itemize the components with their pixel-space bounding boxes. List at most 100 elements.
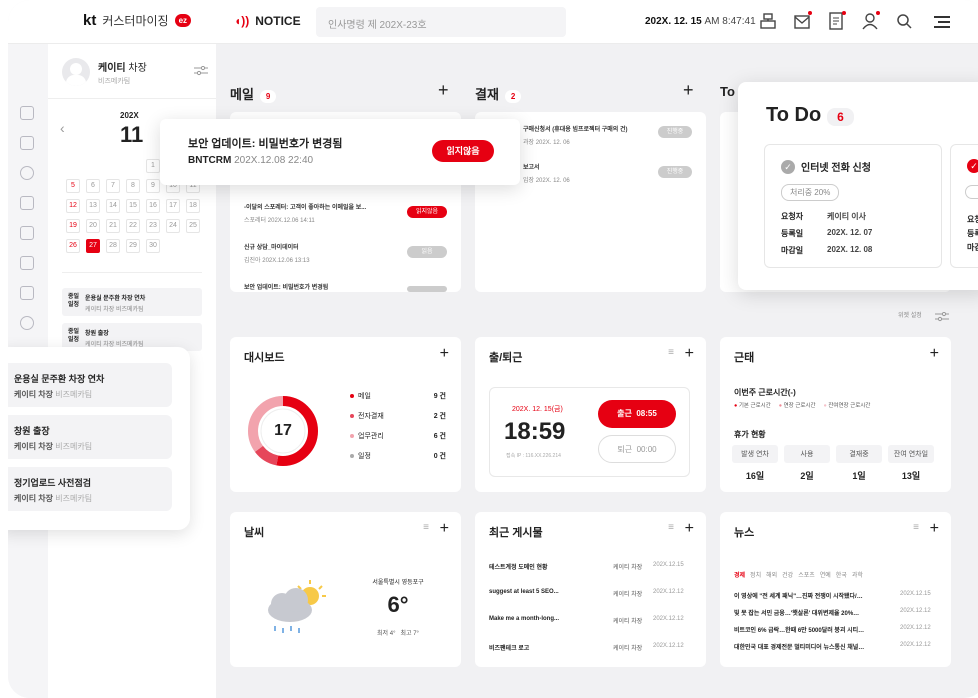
mail-status-button[interactable] <box>407 286 447 292</box>
report-nav-icon[interactable] <box>20 196 34 210</box>
weather-settings-icon[interactable]: ≡ <box>423 522 429 533</box>
news-item[interactable]: 빛 못 잡는 서민 금융…'햇살론' 대위변제율 20%… 202X.12.12 <box>734 608 934 617</box>
calendar-day[interactable]: 7 <box>106 179 120 193</box>
news-tab[interactable]: 경제 <box>734 573 745 579</box>
news-tab[interactable]: 정치 <box>750 573 761 579</box>
widget-settings-icon[interactable] <box>935 309 949 327</box>
attendance-add-button[interactable]: + <box>685 345 694 363</box>
approval-item[interactable]: 구매신청서 (휴대용 빔프로젝터 구매의 건) 과장 202X. 12. 06 <box>523 124 628 146</box>
todo-card[interactable]: ✓ 요청등록마감 <box>950 144 978 268</box>
calendar-day[interactable]: 9 <box>146 179 160 193</box>
event-item[interactable]: 창원 출장 케이티 차장 비즈메카팀 <box>8 415 172 459</box>
dashboard-legend-row[interactable]: 메일 9 건 <box>350 391 446 401</box>
mail-item[interactable]: 보안 업데이트: 비밀번호가 변경됨 <box>244 282 328 291</box>
calendar-day[interactable]: 23 <box>146 219 160 233</box>
calendar-day[interactable]: 29 <box>126 239 140 253</box>
news-tab[interactable]: 연예 <box>820 573 831 579</box>
calendar-day[interactable]: 6 <box>86 179 100 193</box>
calendar-day[interactable]: 19 <box>66 219 80 233</box>
calendar-day[interactable]: 30 <box>146 239 160 253</box>
mail-read-button[interactable]: 읽음 <box>407 246 447 258</box>
news-item[interactable]: 비트코인 6% 급락…한때 6만 5000달러 붕괴 시티… 202X.12.12 <box>734 625 934 634</box>
mail-unread-button[interactable]: 읽지않음 <box>407 206 447 218</box>
approval-status-button[interactable]: 진행중 <box>658 126 692 138</box>
check-icon[interactable]: ✓ <box>967 159 978 173</box>
document-nav-icon[interactable] <box>20 256 34 270</box>
calendar-day[interactable]: 20 <box>86 219 100 233</box>
profile[interactable]: 케이티 차장 비즈메카팀 <box>62 58 147 86</box>
approval-status-button[interactable]: 진행중 <box>658 166 692 178</box>
news-tab[interactable]: 스포츠 <box>798 573 815 579</box>
board-nav-icon[interactable] <box>20 226 34 240</box>
dashboard-add-button[interactable]: + <box>440 345 449 363</box>
news-tab[interactable]: 건강 <box>782 573 793 579</box>
calendar-day[interactable]: 1 <box>146 159 160 173</box>
dashboard-legend-row[interactable]: 전자결재 2 건 <box>350 411 446 421</box>
schedule-item[interactable]: 종일 일정 운용실 문주환 차장 연차 케이티 차장 비즈메카팀 <box>62 288 202 316</box>
check-icon[interactable]: ✓ <box>781 159 795 174</box>
clock-nav-icon[interactable] <box>20 166 34 180</box>
calendar-day[interactable]: 25 <box>186 219 200 233</box>
news-tab[interactable]: 해외 <box>766 573 777 579</box>
clock-in-button[interactable]: 출근 08:55 <box>598 400 676 428</box>
board-item[interactable]: Make me a month-long... 케이티 차장 202X.12.12 <box>489 616 689 625</box>
calendar-day[interactable]: 21 <box>106 219 120 233</box>
calendar-day[interactable]: 24 <box>166 219 180 233</box>
news-item[interactable]: 이 영상에 "전 세계 패닉"…진짜 전쟁이 시작됐다/… 202X.12.15 <box>734 591 934 600</box>
approval-item[interactable]: 보고서 입장 202X. 12. 06 <box>523 162 570 184</box>
user-icon[interactable] <box>862 11 880 30</box>
calendar-day[interactable]: 28 <box>106 239 120 253</box>
calendar-day[interactable]: 14 <box>106 199 120 213</box>
toast-unread-button[interactable]: 읽지않음 <box>432 140 494 162</box>
news-tab[interactable]: 한국 <box>836 573 847 579</box>
calendar-day[interactable]: 5 <box>66 179 80 193</box>
calendar-day[interactable]: 27 <box>86 239 100 253</box>
calendar-day[interactable]: 15 <box>126 199 140 213</box>
calendar-day[interactable]: 12 <box>66 199 80 213</box>
event-item[interactable]: 운용실 문주환 차장 연차 케이티 차장 비즈메카팀 <box>8 363 172 407</box>
worktime-add-button[interactable]: + <box>930 345 939 363</box>
notice-search-input[interactable]: 인사명령 제 202X-23호 <box>316 7 566 37</box>
notice[interactable]: ◖)) NOTICE <box>234 14 301 28</box>
calendar-day[interactable]: 13 <box>86 199 100 213</box>
news-add-button[interactable]: + <box>930 520 939 538</box>
calendar-day[interactable]: 8 <box>126 179 140 193</box>
approval-nav-icon[interactable] <box>20 136 34 150</box>
event-item[interactable]: 정기업로드 사전점검 케이티 차장 비즈메카팀 <box>8 467 172 511</box>
widget-settings-link[interactable]: 위젯 설정 <box>898 310 922 319</box>
dashboard-legend-row[interactable]: 일정 0 건 <box>350 451 446 461</box>
calendar-day[interactable]: 22 <box>126 219 140 233</box>
document-icon[interactable] <box>828 11 846 30</box>
todo-card[interactable]: ✓ 인터넷 전화 신청 처리중 20% 요청자 케이티 이사 등록일 202X. 12… <box>764 144 942 268</box>
clock-out-button[interactable]: 퇴근 00:00 <box>598 435 676 463</box>
board-item[interactable]: 테스트계정 도메인 현황 케이티 차장 202X.12.15 <box>489 562 689 571</box>
approval-add-button[interactable]: + <box>683 80 694 101</box>
calendar-day[interactable]: 18 <box>186 199 200 213</box>
logo[interactable]: kt 커스터마이징 ez <box>83 12 192 29</box>
settings-icon[interactable] <box>194 65 208 79</box>
org-icon[interactable] <box>760 12 776 30</box>
mail-nav-icon[interactable] <box>20 106 34 120</box>
calendar-day[interactable]: 17 <box>166 199 180 213</box>
weather-add-button[interactable]: + <box>440 520 449 538</box>
calendar-day[interactable]: 26 <box>66 239 80 253</box>
calendar-prev-button[interactable]: ‹ <box>60 120 65 136</box>
news-settings-icon[interactable]: ≡ <box>913 522 919 533</box>
contacts-nav-icon[interactable] <box>20 286 34 300</box>
board-item[interactable]: 비즈팬테크 로고 케이티 차장 202X.12.12 <box>489 643 689 652</box>
mail-item[interactable]: 신규 상담_마이데이터 김진아 202X.12.06 13:13 <box>244 242 310 264</box>
calendar-day[interactable]: 16 <box>146 199 160 213</box>
news-tab[interactable]: 과학 <box>852 573 863 579</box>
board-settings-icon[interactable]: ≡ <box>668 522 674 533</box>
board-item[interactable]: suggest at least 5 SEO... 케이티 차장 202X.12.1… <box>489 589 689 598</box>
dashboard-legend-row[interactable]: 업무관리 6 건 <box>350 431 446 441</box>
menu-icon[interactable] <box>934 16 950 31</box>
board-add-button[interactable]: + <box>685 520 694 538</box>
mail-item[interactable]: -이달의 스포레터: 고객이 좋아하는 이메일을 보... 스포레터 202X.1… <box>244 202 366 224</box>
news-item[interactable]: 대한민국 대표 경제전문 멀티미디어 뉴스통신 채널… 202X.12.12 <box>734 642 934 651</box>
mail-add-button[interactable]: + <box>438 80 449 101</box>
group-nav-icon[interactable] <box>20 316 34 330</box>
search-icon[interactable] <box>896 12 912 30</box>
attendance-settings-icon[interactable]: ≡ <box>668 347 674 358</box>
mail-icon[interactable] <box>794 11 812 30</box>
